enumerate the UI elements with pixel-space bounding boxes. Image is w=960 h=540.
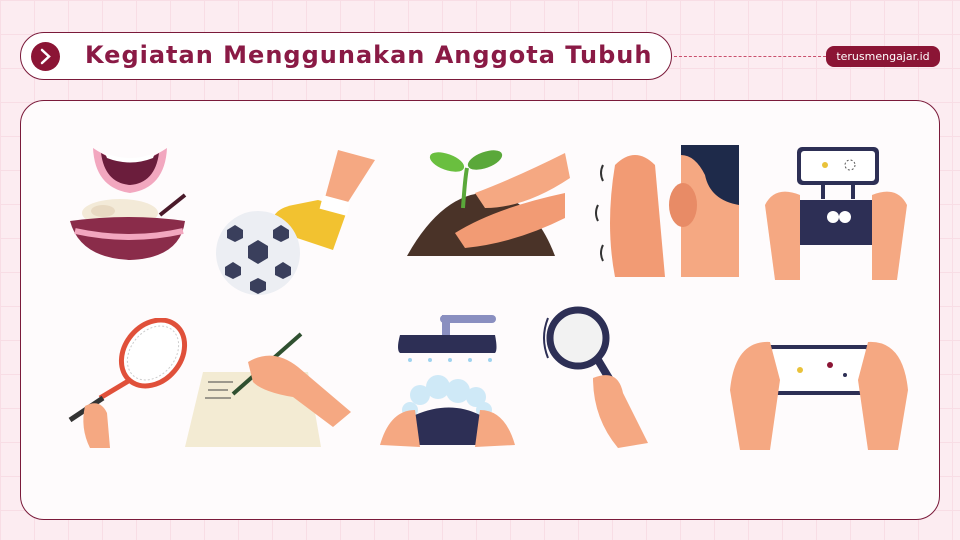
listening-icon <box>595 145 739 277</box>
dashed-divider <box>674 56 826 57</box>
tennis-racket-icon <box>68 318 188 448</box>
chevron-right-icon <box>31 42 60 71</box>
title-banner: Kegiatan Menggunakan Anggota Tubuh <box>20 32 672 80</box>
writing-icon <box>185 332 351 447</box>
eating-icon <box>70 148 187 260</box>
mobile-game-icon <box>730 341 908 450</box>
game-controller-icon <box>765 147 907 280</box>
magnifying-glass-icon <box>543 306 648 448</box>
page-title: Kegiatan Menggunakan Anggota Tubuh <box>85 41 653 69</box>
site-badge: terusmengajar.id <box>826 46 940 67</box>
kicking-ball-icon <box>216 150 375 295</box>
planting-icon <box>407 150 570 256</box>
washing-hands-icon <box>380 315 515 447</box>
